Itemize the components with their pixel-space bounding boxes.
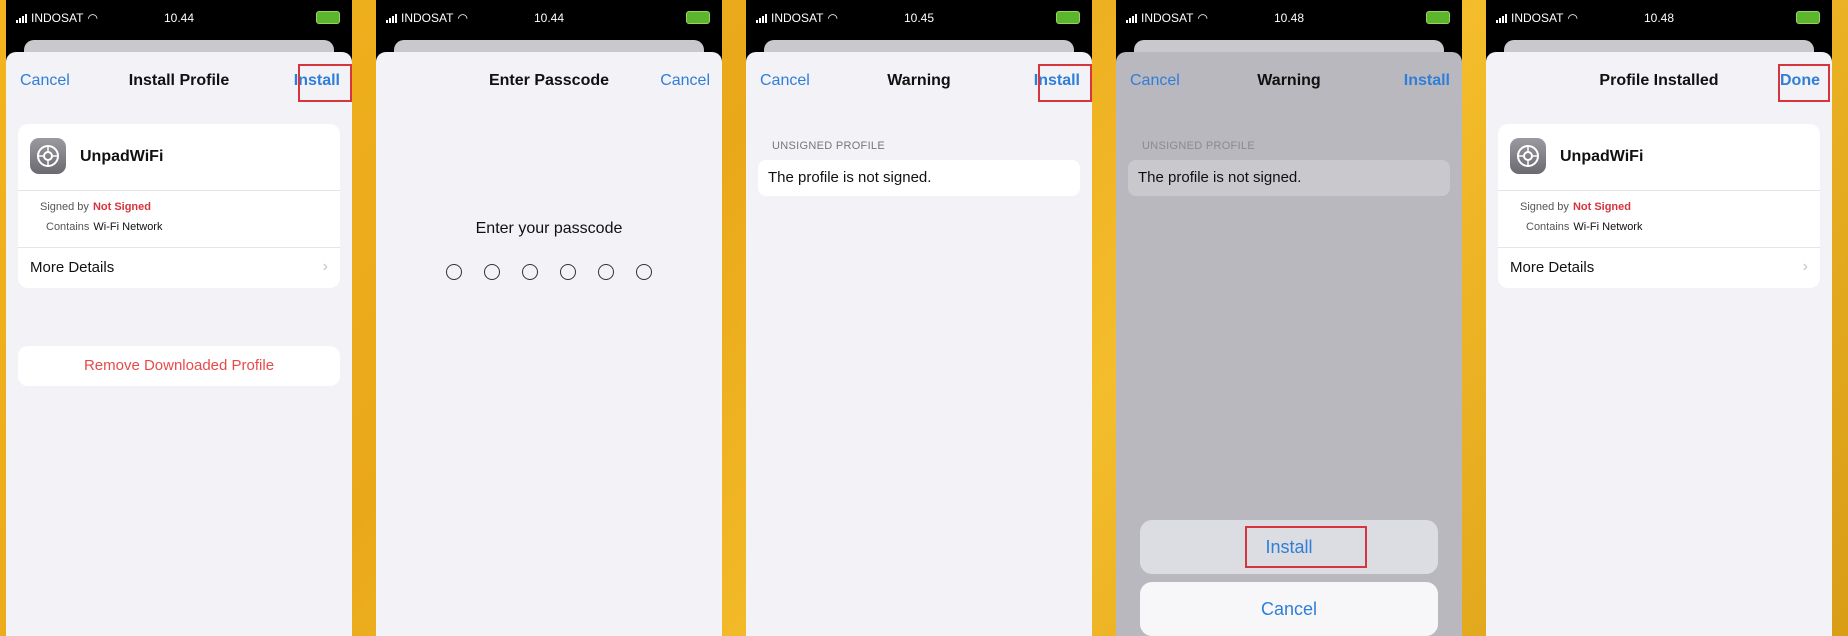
highlight-box: [1245, 526, 1367, 568]
warning-sheet: Cancel Warning Install UNSIGNED PROFILE …: [1116, 52, 1462, 636]
contains-label: Contains: [1526, 221, 1570, 233]
phone-profile-installed: INDOSAT ◠ 10.48 Profile Installed Done U…: [1486, 0, 1832, 636]
chevron-right-icon: ›: [322, 258, 328, 275]
status-time: 10.45: [903, 11, 935, 25]
battery-icon: [1056, 11, 1080, 24]
cancel-button[interactable]: Cancel: [660, 72, 710, 90]
phone-install-profile: INDOSAT ◠ 10.44 Cancel Install Profile I…: [6, 0, 352, 636]
warning-card: The profile is not signed.: [758, 160, 1080, 196]
signed-by-row: Signed by Not Signed: [40, 201, 151, 213]
remove-profile-button[interactable]: Remove Downloaded Profile: [18, 346, 340, 386]
status-bar: INDOSAT ◠ 10.48: [1486, 0, 1832, 34]
profile-card: UnpadWiFi Signed by Not Signed Contains Wi…: [18, 124, 340, 288]
more-details-row[interactable]: More Details ›: [18, 247, 340, 288]
passcode-dot: [636, 264, 652, 280]
warning-message: The profile is not signed.: [1138, 169, 1302, 186]
sheet-install-button[interactable]: Install: [1140, 520, 1438, 574]
contains-value: Wi-Fi Network: [1573, 221, 1643, 233]
passcode-dot: [522, 264, 538, 280]
nav-bar: Cancel Warning Install: [746, 52, 1092, 110]
section-header: UNSIGNED PROFILE: [772, 140, 885, 152]
status-time: 10.44: [533, 11, 565, 25]
chevron-right-icon: ›: [1802, 258, 1808, 275]
profile-meta: Signed by Not Signed Contains Wi-Fi Networ…: [1498, 190, 1820, 247]
battery-icon: [316, 11, 340, 24]
passcode-dot: [560, 264, 576, 280]
contains-value: Wi-Fi Network: [93, 221, 163, 233]
nav-bar: Enter Passcode Cancel: [376, 52, 722, 110]
battery-icon: [1426, 11, 1450, 24]
contains-label: Contains: [46, 221, 90, 233]
warning-message: The profile is not signed.: [768, 169, 932, 186]
passcode-prompt: Enter your passcode: [475, 220, 623, 237]
battery-icon: [686, 11, 710, 24]
settings-gear-icon: [1510, 138, 1546, 174]
profile-name: UnpadWiFi: [1560, 148, 1644, 165]
battery-icon: [1796, 11, 1820, 24]
more-details-row[interactable]: More Details ›: [1498, 247, 1820, 288]
status-bar: INDOSAT ◠ 10.44: [376, 0, 722, 34]
more-details-label: More Details: [1510, 259, 1595, 276]
sheet-cancel-button[interactable]: Cancel: [1140, 582, 1438, 636]
more-details-label: More Details: [30, 259, 115, 276]
install-button[interactable]: Install: [1404, 72, 1450, 90]
highlight-box: [298, 64, 352, 102]
nav-bar: Cancel Install Profile Install: [6, 52, 352, 110]
install-profile-sheet: Cancel Install Profile Install UnpadWiFi…: [6, 52, 352, 636]
passcode-field[interactable]: [376, 264, 722, 280]
phone-enter-passcode: INDOSAT ◠ 10.44 Enter Passcode Cancel En…: [376, 0, 722, 636]
signed-by-label: Signed by: [1520, 201, 1569, 213]
profile-card: UnpadWiFi Signed by Not Signed Contains Wi…: [1498, 124, 1820, 288]
passcode-dot: [598, 264, 614, 280]
contains-row: Contains Wi-Fi Network: [46, 221, 162, 233]
contains-row: Contains Wi-Fi Network: [1526, 221, 1642, 233]
highlight-box: [1778, 64, 1830, 102]
phone-warning-action-sheet: INDOSAT ◠ 10.48 Cancel Warning Install U…: [1116, 0, 1462, 636]
profile-installed-sheet: Profile Installed Done UnpadWiFi Signed …: [1486, 52, 1832, 636]
nav-bar: Cancel Warning Install: [1116, 52, 1462, 110]
phone-warning: INDOSAT ◠ 10.45 Cancel Warning Install U…: [746, 0, 1092, 636]
passcode-dot: [446, 264, 462, 280]
profile-meta: Signed by Not Signed Contains Wi-Fi Networ…: [18, 190, 340, 247]
profile-header: UnpadWiFi: [18, 124, 340, 190]
status-time: 10.48: [1273, 11, 1305, 25]
profile-header: UnpadWiFi: [1498, 124, 1820, 190]
signed-by-value: Not Signed: [92, 201, 151, 213]
section-header: UNSIGNED PROFILE: [1142, 140, 1255, 152]
signed-by-value: Not Signed: [1572, 201, 1631, 213]
status-time: 10.48: [1643, 11, 1675, 25]
passcode-sheet: Enter Passcode Cancel Enter your passcod…: [376, 52, 722, 636]
status-bar: INDOSAT ◠ 10.45: [746, 0, 1092, 34]
signed-by-row: Signed by Not Signed: [1520, 201, 1631, 213]
status-bar: INDOSAT ◠ 10.48: [1116, 0, 1462, 34]
passcode-dot: [484, 264, 500, 280]
warning-sheet: Cancel Warning Install UNSIGNED PROFILE …: [746, 52, 1092, 636]
settings-gear-icon: [30, 138, 66, 174]
warning-card: The profile is not signed.: [1128, 160, 1450, 196]
highlight-box: [1038, 64, 1092, 102]
status-time: 10.44: [163, 11, 195, 25]
profile-name: UnpadWiFi: [80, 148, 164, 165]
status-bar: INDOSAT ◠ 10.44: [6, 0, 352, 34]
nav-bar: Profile Installed Done: [1486, 52, 1832, 110]
signed-by-label: Signed by: [40, 201, 89, 213]
